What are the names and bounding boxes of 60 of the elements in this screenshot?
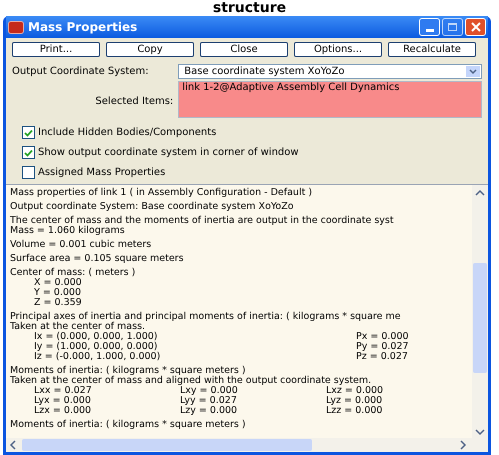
report-value: Lxy = 0.000 <box>180 386 239 396</box>
checkbox[interactable] <box>22 126 35 139</box>
report-line: The center of mass and the moments of inertia are output in the coordinate syst <box>10 216 394 226</box>
report-value: Iz = (-0.000, 1.000, 0.000) <box>34 352 162 362</box>
report-value: Iy = (1.000, 0.000, 0.000) <box>34 342 158 352</box>
horizontal-scrollbar[interactable] <box>6 438 488 452</box>
report-line: Center of mass: ( meters ) <box>10 268 136 278</box>
selected-item[interactable]: link 1-2@Adaptive Assembly Cell Dynamics <box>182 82 400 94</box>
toolbar-button[interactable]: Close <box>200 42 288 57</box>
checkbox-label: Assigned Mass Properties <box>38 166 166 180</box>
report-value: Lyy = 0.027 <box>180 396 238 406</box>
report-value: Lyx = 0.000 <box>34 396 92 406</box>
report-value: Px = 0.000 <box>356 332 409 342</box>
close-button[interactable] <box>465 18 486 36</box>
report-value: Py = 0.027 <box>356 342 409 352</box>
report-value: Lzy = 0.000 <box>180 406 238 416</box>
page-heading: structure <box>212 1 286 16</box>
report-line: Taken at the center of mass. <box>10 322 146 332</box>
report-value: Y = 0.000 <box>34 288 82 298</box>
report-line: Moments of inertia: ( kilograms * square meters ) <box>10 420 246 430</box>
report-value: Ix = (0.000, 0.000, 1.000) <box>34 332 159 342</box>
toolbar-button[interactable]: Recalculate <box>388 42 476 57</box>
report-value: X = 0.000 <box>34 278 83 288</box>
report-value: Lzx = 0.000 <box>34 406 92 416</box>
toolbar-button[interactable]: Copy <box>106 42 194 57</box>
report-value: Lzz = 0.000 <box>326 406 384 416</box>
report-line: Surface area = 0.105 square meters <box>10 254 184 264</box>
report-value: Lyz = 0.000 <box>326 396 384 406</box>
report-value: Lxx = 0.027 <box>34 386 93 396</box>
window-title: Mass Properties <box>28 19 138 36</box>
maximize-button[interactable] <box>442 18 463 36</box>
report-line: Principal axes of inertia and principal moments of inertia: ( kilograms * square me <box>10 312 401 322</box>
report-value: Pz = 0.027 <box>356 352 408 362</box>
coordinate-dropdown[interactable]: Base coordinate system XoYoZo <box>178 64 482 79</box>
check-icon <box>24 128 33 136</box>
report-line: Moments of inertia: ( kilograms * square meters ) <box>10 366 246 376</box>
app-icon <box>8 20 24 34</box>
report-line: Mass = 1.060 kilograms <box>10 226 125 236</box>
toolbar-button[interactable]: Print... <box>12 42 100 57</box>
checkbox-label: Show output coordinate system in corner of window <box>38 146 299 160</box>
scroll-down-icon <box>475 428 485 436</box>
report-line: Mass properties of link 1 ( in Assembly Configuration - Default ) <box>10 188 312 198</box>
report-line: Volume = 0.001 cubic meters <box>10 240 152 250</box>
field-label: Selected Items: <box>94 95 174 109</box>
checkbox[interactable] <box>22 146 35 159</box>
checkbox[interactable] <box>22 166 35 179</box>
checkbox-label: Include Hidden Bodies/Components <box>38 126 216 140</box>
chevron-down-icon <box>466 66 480 77</box>
report-line: Output coordinate System: Base coordinate system XoYoZo <box>10 202 294 212</box>
toolbar-button[interactable]: Options... <box>294 42 382 57</box>
vertical-scrollbar[interactable] <box>472 185 488 438</box>
report-value: Z = 0.359 <box>34 298 83 308</box>
report-line: Taken at the center of mass and aligned with the output coordinate system. <box>10 376 372 386</box>
field-label: Output Coordinate System: <box>12 65 150 79</box>
minimize-button[interactable] <box>419 18 440 36</box>
close-icon <box>470 22 480 32</box>
check-icon <box>24 148 33 156</box>
report-value: Lxz = 0.000 <box>326 386 384 396</box>
selected-items-list[interactable]: link 1-2@Adaptive Assembly Cell Dynamics <box>178 81 482 118</box>
scroll-up-icon <box>475 189 485 197</box>
